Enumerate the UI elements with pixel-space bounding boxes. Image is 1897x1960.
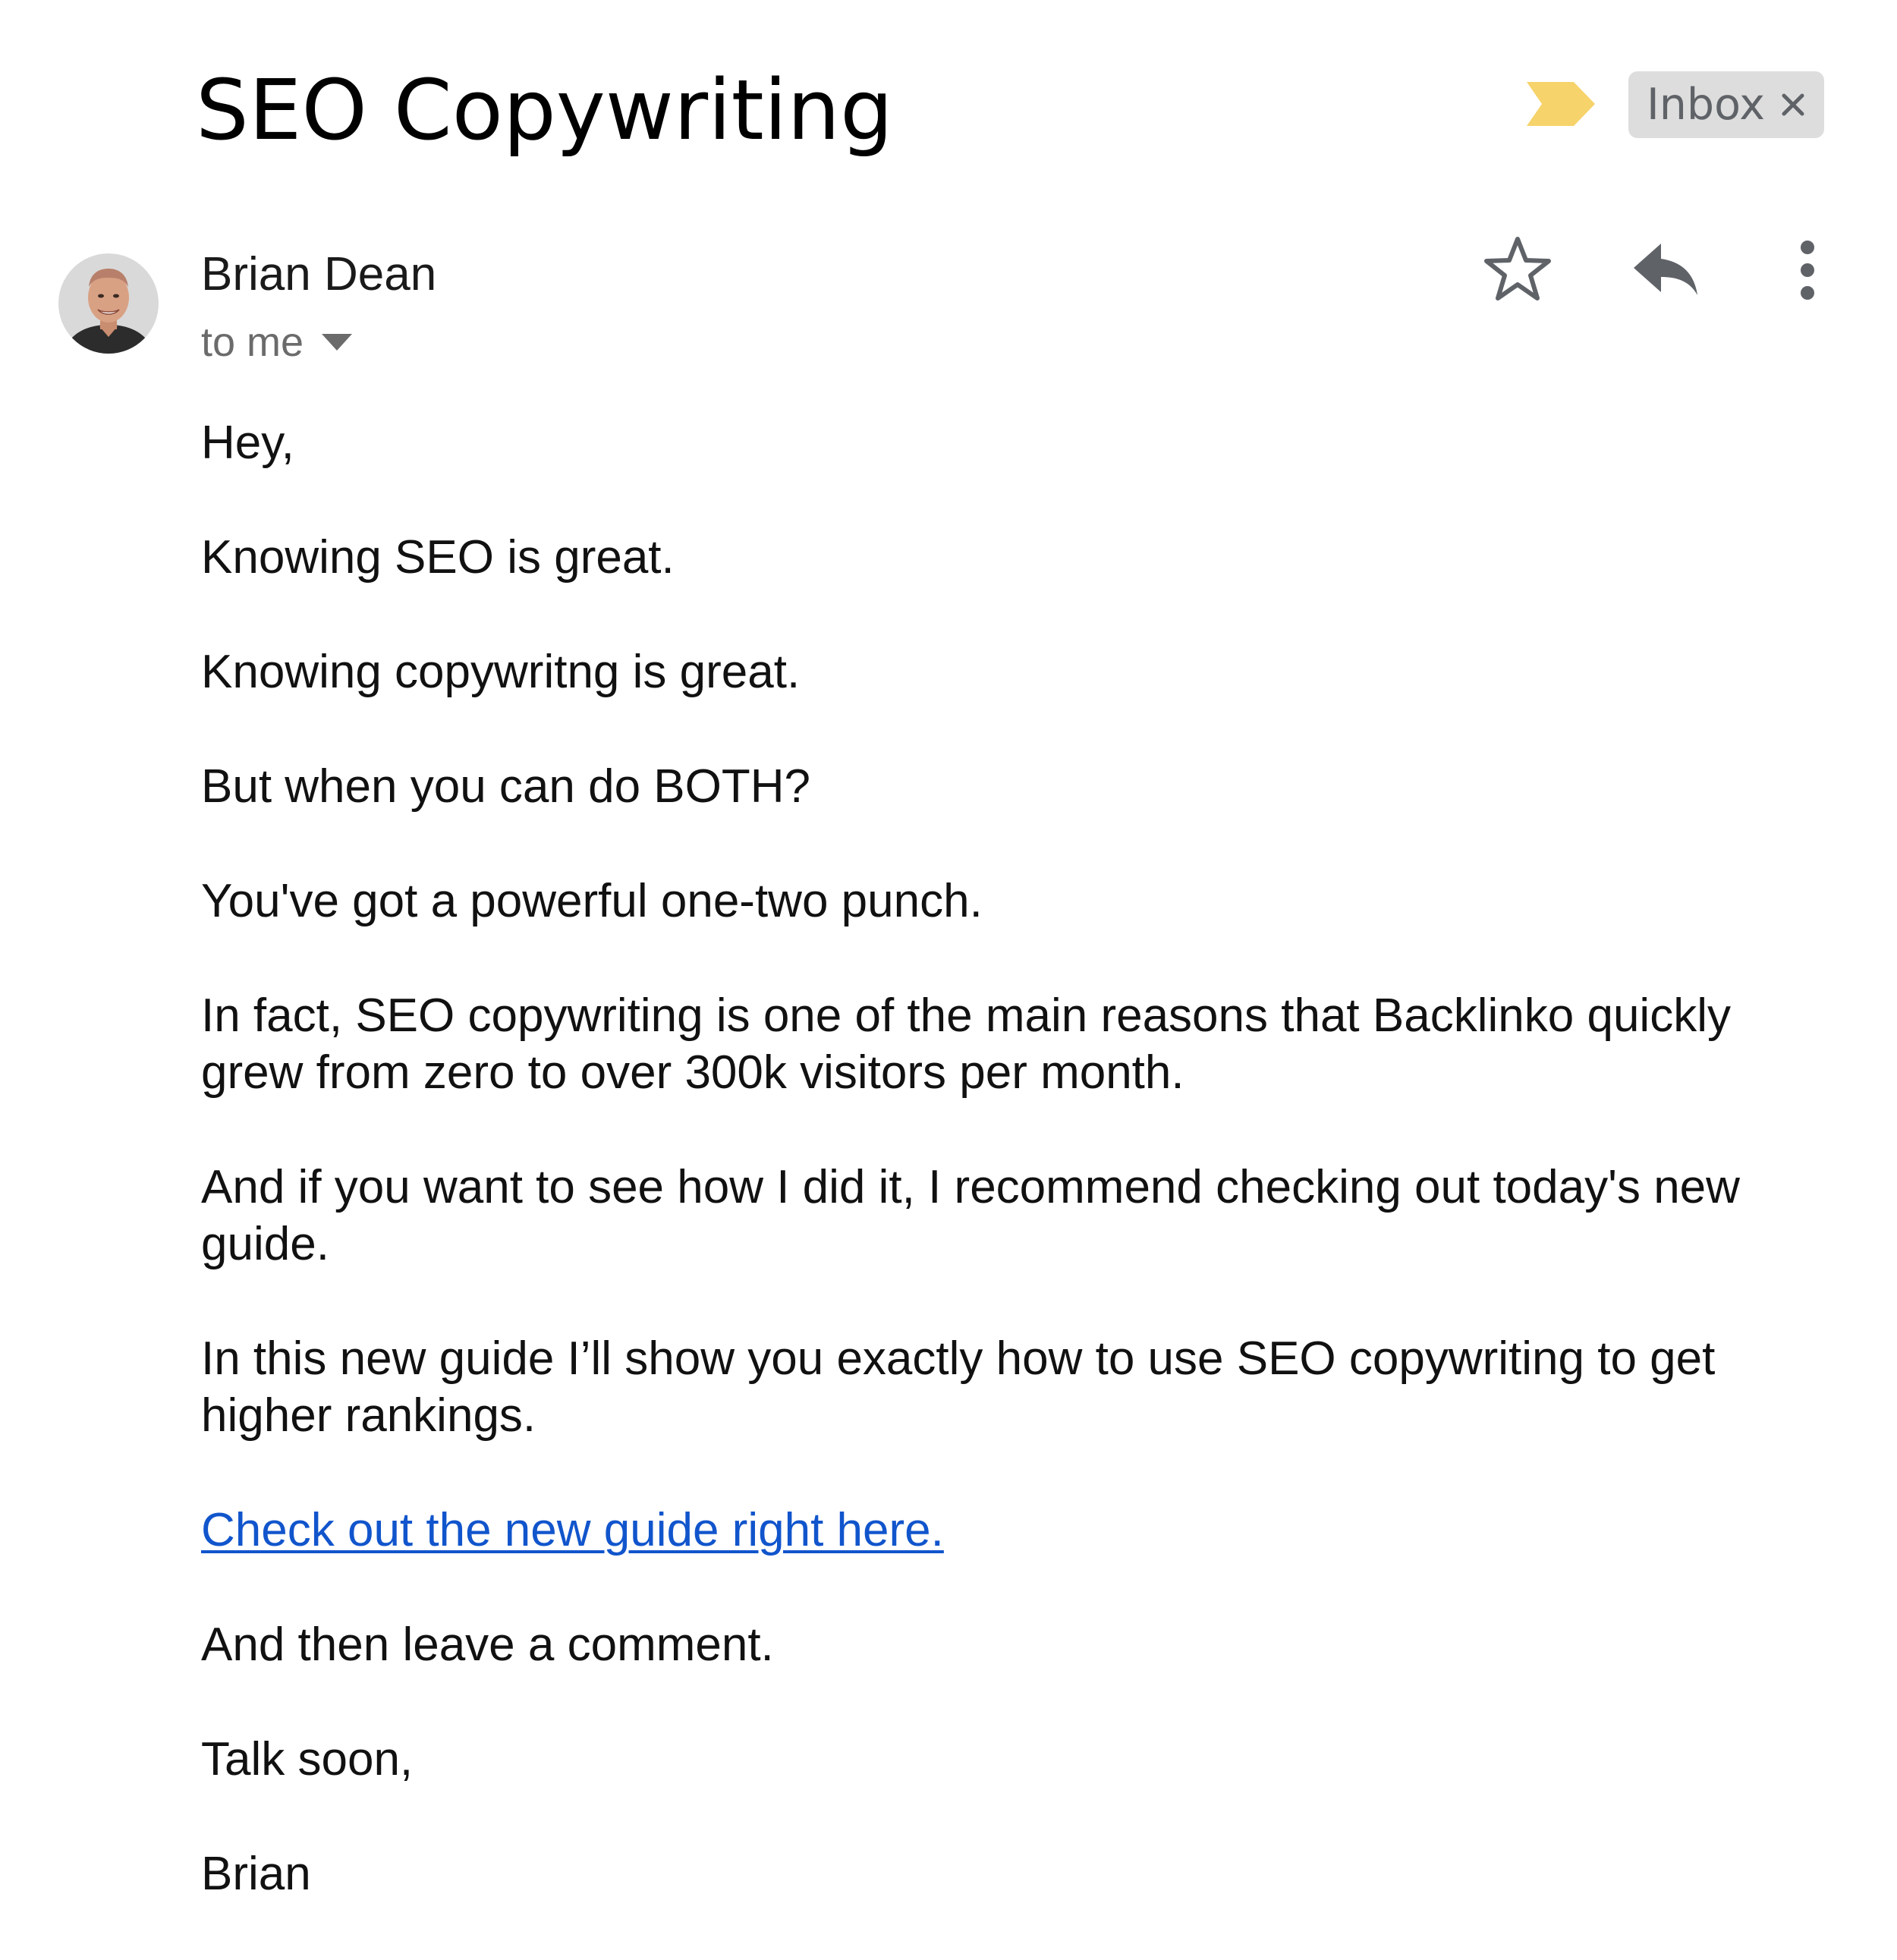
- reply-icon: [1634, 244, 1697, 295]
- more-vert-icon: [1801, 241, 1814, 300]
- caret-down-icon: [322, 334, 353, 351]
- recipients-dropdown[interactable]: to me: [201, 315, 353, 370]
- body-paragraph: Knowing copywritng is great.: [201, 646, 801, 698]
- recipients-label: to me: [201, 319, 304, 365]
- sender-name: Brian Dean: [201, 248, 437, 300]
- guide-link[interactable]: Check out the new guide right here.: [201, 1504, 944, 1556]
- star-outline-icon: [1484, 237, 1551, 300]
- remove-label-icon[interactable]: [1777, 71, 1809, 138]
- signoff: Talk soon,: [201, 1733, 414, 1785]
- body-paragraph: But when you can do BOTH?: [201, 760, 811, 813]
- greeting: Hey,: [201, 417, 294, 469]
- email-subject: SEO Copywriting: [196, 61, 893, 159]
- body-paragraph: In fact, SEO copywriting is one of the m…: [201, 989, 1731, 1099]
- star-button[interactable]: [1481, 232, 1554, 305]
- body-paragraph: You've got a powerful one-two punch.: [201, 875, 983, 927]
- important-marker-icon[interactable]: [1527, 82, 1595, 126]
- email-body: Hey, Knowing SEO is great. Knowing copyw…: [201, 414, 1817, 1960]
- body-paragraph: Knowing SEO is great.: [201, 531, 675, 584]
- body-paragraph: And then leave a comment.: [201, 1619, 774, 1671]
- inbox-label-chip[interactable]: Inbox: [1628, 71, 1824, 138]
- body-paragraph: And if you want to see how I did it, I r…: [201, 1161, 1740, 1270]
- more-options-button[interactable]: [1786, 232, 1829, 308]
- signature: Brian: [201, 1848, 311, 1900]
- sender-avatar[interactable]: [58, 253, 159, 354]
- body-paragraph: In this new guide I’ll show you exactly …: [201, 1332, 1716, 1442]
- link-paragraph: Check out the new guide right here.: [201, 1502, 1817, 1559]
- inbox-label-text: Inbox: [1647, 80, 1765, 130]
- reply-button[interactable]: [1627, 235, 1703, 304]
